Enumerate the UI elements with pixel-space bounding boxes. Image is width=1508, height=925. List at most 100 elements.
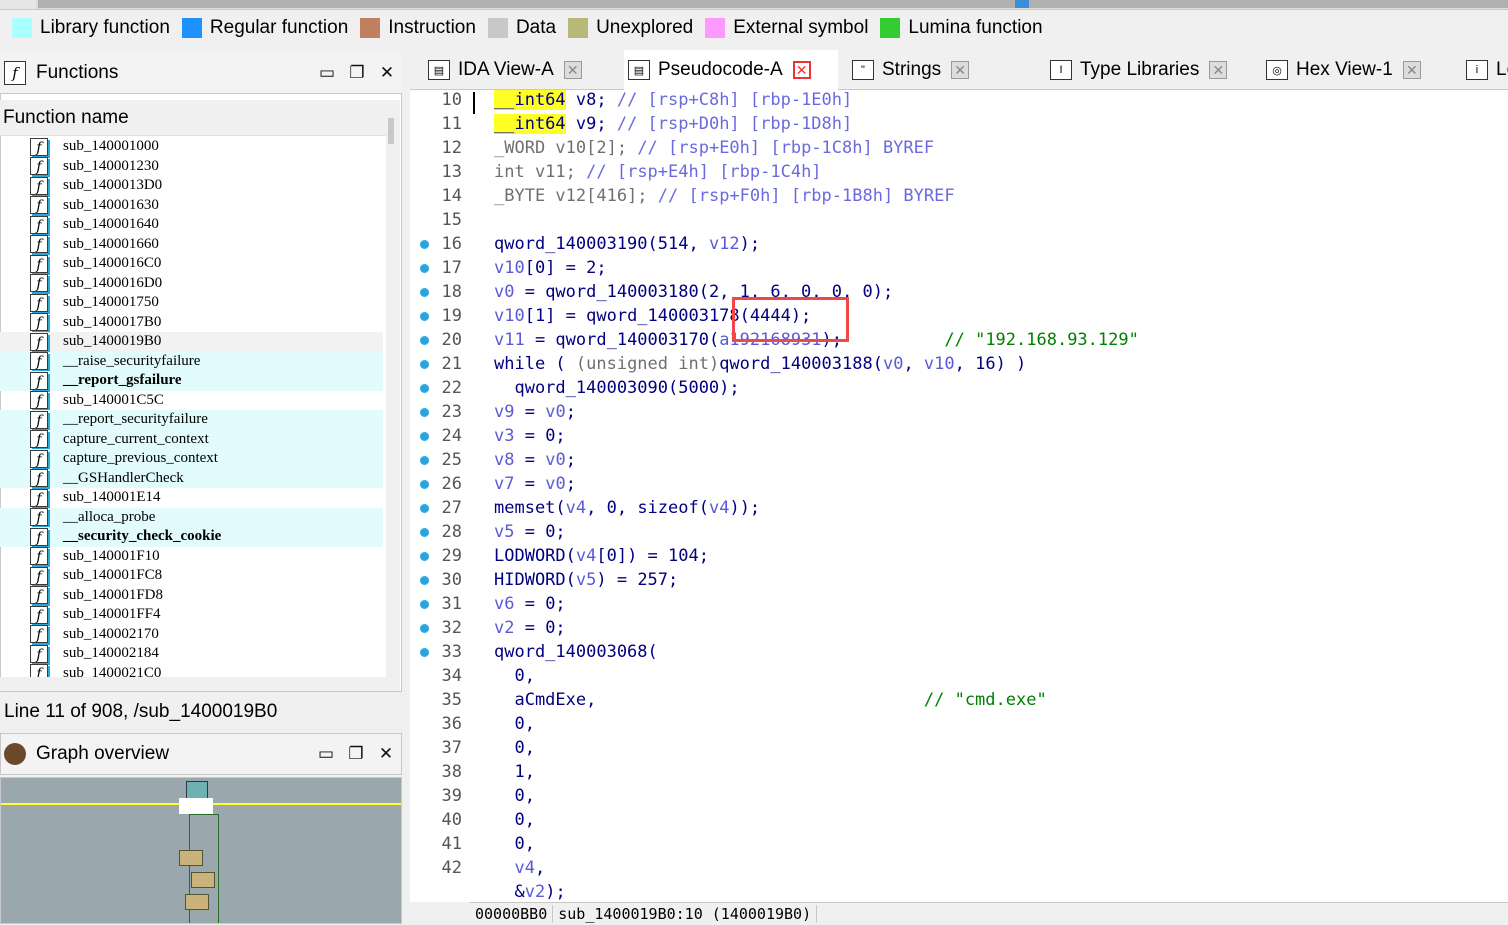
code-text[interactable]: _WORD v10[2]; // [rsp+E0h] [rbp-1C8h] BY… bbox=[494, 136, 934, 160]
close-icon[interactable]: ✕ bbox=[371, 744, 401, 764]
maximize-icon[interactable]: ▭ bbox=[311, 744, 341, 764]
code-text[interactable]: v3 = 0; bbox=[494, 424, 566, 448]
function-list-item[interactable]: f sub_140001750 bbox=[0, 293, 383, 313]
code-text[interactable]: qword_140003068( bbox=[494, 640, 658, 664]
function-list-scrollbar[interactable] bbox=[386, 100, 400, 677]
nav-band-arrow[interactable] bbox=[0, 0, 36, 9]
function-list-item[interactable]: f capture_previous_context bbox=[0, 449, 383, 469]
code-text[interactable]: 1, bbox=[494, 760, 534, 784]
close-icon[interactable]: ✕ bbox=[792, 61, 811, 79]
code-line[interactable]: 12 _WORD v10[2]; // [rsp+E0h] [rbp-1C8h] … bbox=[410, 136, 1508, 160]
function-list-item[interactable]: f sub_140001660 bbox=[0, 235, 383, 255]
function-list-item[interactable]: f __raise_securityfailure bbox=[0, 351, 383, 371]
code-text[interactable]: memset(v4, 0, sizeof(v4)); bbox=[494, 496, 760, 520]
scrollbar-thumb[interactable] bbox=[388, 118, 394, 144]
code-line[interactable]: 26 v7 = v0; bbox=[410, 472, 1508, 496]
close-icon[interactable]: ✕ bbox=[372, 63, 402, 83]
code-text[interactable]: 0, bbox=[494, 784, 534, 808]
code-text[interactable]: v6 = 0; bbox=[494, 592, 566, 616]
tab-strings[interactable]: " Strings ✕ bbox=[848, 50, 1036, 90]
tab-lo[interactable]: i Lo bbox=[1462, 50, 1508, 90]
tab-ida-view-a[interactable]: ▤ IDA View-A ✕ bbox=[424, 50, 614, 90]
code-line[interactable]: 40 0, bbox=[410, 808, 1508, 832]
code-text[interactable]: __int64 v9; // [rsp+D0h] [rbp-1D8h] bbox=[494, 112, 852, 136]
function-list-item[interactable]: f sub_1400016D0 bbox=[0, 274, 383, 294]
function-list-item[interactable]: f sub_140002170 bbox=[0, 625, 383, 645]
close-icon[interactable]: ✕ bbox=[951, 61, 970, 79]
code-line[interactable]: 29 LODWORD(v4[0]) = 104; bbox=[410, 544, 1508, 568]
code-line[interactable]: 16 qword_140003190(514, v12); bbox=[410, 232, 1508, 256]
function-list-item[interactable]: f sub_140001000 bbox=[0, 137, 383, 157]
function-list-item[interactable]: f sub_140001E14 bbox=[0, 488, 383, 508]
code-text[interactable]: while ( (unsigned int)qword_140003188(v0… bbox=[494, 352, 1026, 376]
close-icon[interactable]: ✕ bbox=[563, 61, 582, 79]
function-list-item[interactable]: f sub_1400013D0 bbox=[0, 176, 383, 196]
code-line[interactable]: 41 0, bbox=[410, 832, 1508, 856]
code-line[interactable]: 37 0, bbox=[410, 736, 1508, 760]
function-list-hscrollbar[interactable] bbox=[0, 677, 400, 691]
tab-hex-view-1[interactable]: ◎ Hex View-1 ✕ bbox=[1262, 50, 1452, 90]
function-list-item[interactable]: f __report_securityfailure bbox=[0, 410, 383, 430]
code-text[interactable]: v8 = v0; bbox=[494, 448, 576, 472]
code-line[interactable]: 27 memset(v4, 0, sizeof(v4)); bbox=[410, 496, 1508, 520]
code-text[interactable]: _BYTE v12[416]; // [rsp+F0h] [rbp-1B8h] … bbox=[494, 184, 955, 208]
restore-icon[interactable]: ❐ bbox=[342, 63, 372, 83]
code-text[interactable]: 0, bbox=[494, 712, 534, 736]
code-text[interactable]: v10[0] = 2; bbox=[494, 256, 607, 280]
function-list-item[interactable]: f __report_gsfailure bbox=[0, 371, 383, 391]
graph-overview-canvas[interactable] bbox=[0, 777, 402, 924]
restore-icon[interactable]: ❐ bbox=[341, 744, 371, 764]
tab-type-libraries[interactable]: I Type Libraries ✕ bbox=[1046, 50, 1252, 90]
function-list-item[interactable]: f sub_140001FF4 bbox=[0, 605, 383, 625]
maximize-icon[interactable]: ▭ bbox=[312, 63, 342, 83]
function-list-item[interactable]: f sub_1400021C0 bbox=[0, 664, 383, 677]
code-line[interactable]: 33 qword_140003068( bbox=[410, 640, 1508, 664]
code-line[interactable]: 28 v5 = 0; bbox=[410, 520, 1508, 544]
code-line[interactable]: 42 v4, bbox=[410, 856, 1508, 880]
function-list[interactable]: f sub_140001000 f sub_140001230 f sub_1400013… bbox=[0, 137, 386, 677]
code-line[interactable]: 35 aCmdExe, // "cmd.exe" bbox=[410, 688, 1508, 712]
code-line[interactable]: 30 HIDWORD(v5) = 257; bbox=[410, 568, 1508, 592]
close-icon[interactable]: ✕ bbox=[1209, 61, 1228, 79]
code-line[interactable]: 32 v2 = 0; bbox=[410, 616, 1508, 640]
code-text[interactable]: aCmdExe, // "cmd.exe" bbox=[494, 688, 1046, 712]
column-header-function-name[interactable]: Function name bbox=[0, 100, 386, 136]
code-text[interactable]: v9 = v0; bbox=[494, 400, 576, 424]
function-list-item[interactable]: f sub_140001640 bbox=[0, 215, 383, 235]
code-line[interactable]: 11 __int64 v9; // [rsp+D0h] [rbp-1D8h] bbox=[410, 112, 1508, 136]
code-line[interactable]: 24 v3 = 0; bbox=[410, 424, 1508, 448]
function-list-item[interactable]: f __GSHandlerCheck bbox=[0, 468, 383, 488]
code-text[interactable]: int v11; // [rsp+E4h] [rbp-1C4h] bbox=[494, 160, 822, 184]
code-line[interactable]: &v2); bbox=[410, 880, 1508, 902]
code-line[interactable]: 39 0, bbox=[410, 784, 1508, 808]
code-text[interactable]: qword_140003190(514, v12); bbox=[494, 232, 760, 256]
code-line[interactable]: 17 v10[0] = 2; bbox=[410, 256, 1508, 280]
code-line[interactable]: 21 while ( (unsigned int)qword_140003188(… bbox=[410, 352, 1508, 376]
code-line[interactable]: 18 v0 = qword_140003180(2, 1, 6, 0, 0, 0)… bbox=[410, 280, 1508, 304]
code-line[interactable]: 31 v6 = 0; bbox=[410, 592, 1508, 616]
code-text[interactable]: 0, bbox=[494, 808, 534, 832]
code-line[interactable]: 15 bbox=[410, 208, 1508, 232]
code-line[interactable]: 23 v9 = v0; bbox=[410, 400, 1508, 424]
pseudocode-view[interactable]: 10 __int64 v8; // [rsp+C8h] [rbp-1E0h] 11 _… bbox=[410, 90, 1508, 902]
code-text[interactable]: 0, bbox=[494, 832, 534, 856]
code-text[interactable]: LODWORD(v4[0]) = 104; bbox=[494, 544, 709, 568]
function-list-item[interactable]: f sub_140001C5C bbox=[0, 391, 383, 411]
function-list-item[interactable]: f sub_140002184 bbox=[0, 644, 383, 664]
function-list-item[interactable]: f __security_check_cookie bbox=[0, 527, 383, 547]
code-text[interactable]: 0, bbox=[494, 664, 534, 688]
code-line[interactable]: 14 _BYTE v12[416]; // [rsp+F0h] [rbp-1B8h… bbox=[410, 184, 1508, 208]
code-text[interactable]: v5 = 0; bbox=[494, 520, 566, 544]
function-list-item[interactable]: f capture_current_context bbox=[0, 429, 383, 449]
close-icon[interactable]: ✕ bbox=[1402, 61, 1421, 79]
code-line[interactable]: 34 0, bbox=[410, 664, 1508, 688]
code-text[interactable]: 0, bbox=[494, 736, 534, 760]
code-line[interactable]: 25 v8 = v0; bbox=[410, 448, 1508, 472]
tab-pseudocode-a[interactable]: ▤ Pseudocode-A ✕ bbox=[624, 50, 838, 90]
code-text[interactable]: v7 = v0; bbox=[494, 472, 576, 496]
code-line[interactable]: 19 v10[1] = qword_140003178(4444); bbox=[410, 304, 1508, 328]
code-line[interactable]: 13 int v11; // [rsp+E4h] [rbp-1C4h] bbox=[410, 160, 1508, 184]
code-line[interactable]: 10 __int64 v8; // [rsp+C8h] [rbp-1E0h] bbox=[410, 90, 1508, 112]
code-line[interactable]: 20 v11 = qword_140003170(a192168931); // … bbox=[410, 328, 1508, 352]
function-list-item[interactable]: f sub_140001F10 bbox=[0, 547, 383, 567]
